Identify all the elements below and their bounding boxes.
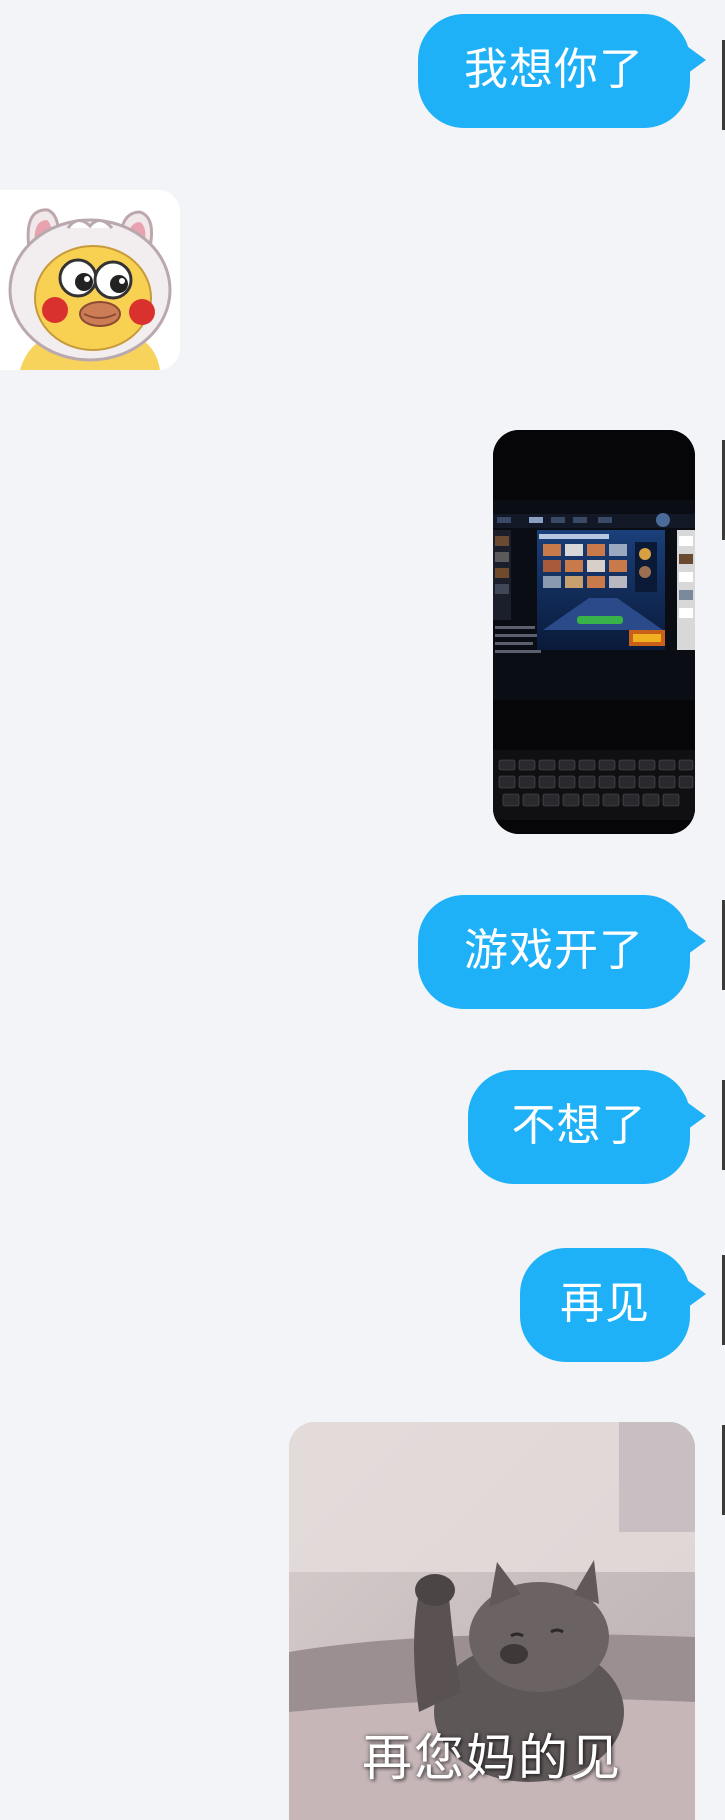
message-text: 游戏开了 — [464, 925, 644, 976]
chick-bunny-hood-sticker-icon — [0, 190, 180, 370]
message-bubble-outgoing[interactable]: 我想你了 — [418, 14, 706, 128]
sticker-message[interactable] — [0, 190, 180, 370]
photo-message[interactable] — [493, 430, 695, 834]
message-bubble-outgoing[interactable]: 再见 — [520, 1248, 706, 1362]
message-text: 不想了 — [511, 1100, 647, 1151]
message-text: 再见 — [560, 1278, 650, 1329]
message-bubble-outgoing[interactable]: 游戏开了 — [418, 895, 706, 1009]
bubble-tail — [684, 1278, 706, 1310]
bubble-tail — [684, 1100, 706, 1132]
bubble-tail — [684, 925, 706, 957]
laptop-game-photo-icon — [493, 430, 695, 834]
message-bubble-outgoing[interactable]: 不想了 — [468, 1070, 706, 1184]
chat-conversation: 我想你了 游戏开了 不想了 再见 再您妈的见 — [0, 0, 725, 1820]
message-text: 我想你了 — [464, 44, 644, 95]
bubble-tail — [684, 44, 706, 76]
meme-caption: 再您妈的见 — [362, 1729, 622, 1787]
meme-message[interactable]: 再您妈的见 — [289, 1422, 695, 1820]
